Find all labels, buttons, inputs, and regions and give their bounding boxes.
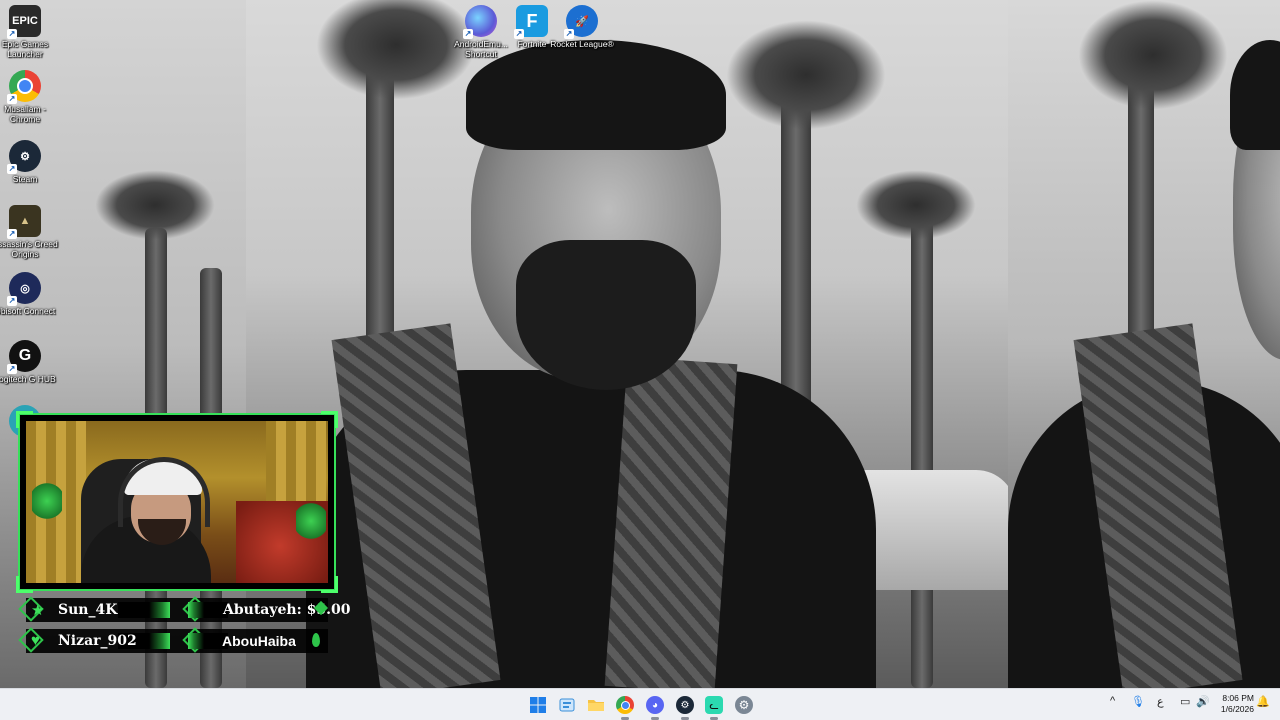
top-follower-name: Sun_4K (58, 602, 118, 618)
file-explorer-icon (588, 700, 604, 711)
settings-icon: ⚙ (735, 696, 753, 714)
alert-cell: Sun_4K (58, 598, 117, 622)
system-clock[interactable]: 8:06 PM 1/6/2026 (1221, 693, 1254, 715)
steam-taskbar-button[interactable]: ⚙ (673, 693, 697, 720)
start-icon (530, 697, 546, 713)
rocket-league-icon: 🚀 ↗ (564, 5, 598, 39)
steam-icon: ⚙ (676, 696, 694, 714)
star-icon: ★ (31, 602, 45, 619)
chrome-icon (616, 696, 634, 714)
steam-icon: ⚙ ↗ (7, 140, 41, 174)
logitech-icon: G ↗ (7, 340, 41, 374)
heart-icon: ♥ (31, 632, 40, 649)
taskbar: ◕ ⚙ ᓚ ⚙ ^ 🎙 ع ▭ 🔊 8:06 PM 1/6/2026 🔔 (0, 688, 1280, 720)
start-button[interactable] (526, 693, 550, 717)
assassins-creed-icon: ▲ ↗ (7, 205, 41, 239)
desktop-icon-label: Ubisoft Connect (0, 306, 56, 316)
alert-accent-bar (118, 602, 170, 618)
alert-row-2: ♥ Nizar_902 AbouHaiba (18, 627, 336, 653)
top-donation-text: Abutayeh: $5.00 (223, 602, 351, 618)
cat-app-taskbar-button[interactable]: ᓚ (702, 693, 726, 720)
widgets-button[interactable] (555, 693, 579, 717)
widgets-icon (559, 698, 575, 712)
latest-event-name: AbouHaiba (222, 633, 296, 649)
volume-icon[interactable]: 🔊 (1196, 695, 1210, 708)
clock-date: 1/6/2026 (1220, 704, 1254, 714)
alert-cell: Nizar_902 (58, 629, 137, 653)
drop-icon (312, 633, 320, 647)
desktop-icon-rocket-league[interactable]: 🚀 ↗ Rocket League® (547, 5, 617, 49)
desktop-icon-epic-games-launcher[interactable]: EPIC ↗ Epic Games Launcher (0, 5, 60, 59)
palm-crown (95, 170, 215, 240)
green-light (296, 501, 326, 541)
desktop-icon-label: Epic Games Launcher (1, 39, 49, 59)
ubisoft-icon: ◎ ↗ (7, 272, 41, 306)
alert-cell: AbouHaiba (222, 629, 296, 653)
alert-accent-bar (188, 602, 228, 618)
notification-bell-icon[interactable]: 🔔 (1256, 695, 1270, 708)
palm-crown (856, 170, 976, 240)
discord-icon: ◕ (646, 696, 664, 714)
desktop-icon-label: Assassin's Creed Origins (0, 239, 58, 259)
desktop-icon-musallam-chrome[interactable]: ↗ Musallam - Chrome (0, 70, 60, 124)
desktop-icon-label: Steam (12, 174, 38, 184)
green-light (32, 481, 62, 521)
scarf-right (604, 356, 738, 688)
network-icon[interactable]: ▭ (1180, 695, 1190, 708)
desktop-icon-label: Musallam - Chrome (4, 104, 46, 124)
webcam-feed (26, 421, 328, 583)
palm-crown (1078, 0, 1228, 110)
alert-cell: Abutayeh: $5.00 (223, 598, 350, 622)
cat-app-icon: ᓚ (705, 696, 723, 714)
alert-row-1: ★ Sun_4K Abutayeh: $5.00 (18, 596, 350, 622)
file-explorer-button[interactable] (584, 693, 608, 717)
epic-games-icon: EPIC ↗ (7, 5, 41, 39)
microphone-icon[interactable]: 🎙 (1131, 695, 1145, 708)
input-language-indicator[interactable]: ع (1157, 695, 1164, 708)
desktop-icon-logitech-g-hub[interactable]: G ↗ Logitech G HUB (0, 340, 60, 384)
desktop-icon-ubisoft-connect[interactable]: ◎ ↗ Ubisoft Connect (0, 272, 60, 316)
wallpaper-photo (246, 0, 1008, 688)
desktop-icon-label: Rocket League® (550, 39, 614, 49)
discord-taskbar-button[interactable]: ◕ (643, 693, 667, 720)
chrome-taskbar-button[interactable] (613, 693, 637, 720)
android-emulator-icon: ↗ (463, 5, 497, 39)
desktop-icon-label: Logitech G HUB (0, 374, 56, 384)
person-beard (516, 240, 696, 390)
desktop-icon-steam[interactable]: ⚙ ↗ Steam (0, 140, 60, 184)
webcam-overlay (16, 411, 338, 593)
person-hair (1230, 40, 1280, 150)
chrome-icon: ↗ (7, 70, 41, 104)
settings-taskbar-button[interactable]: ⚙ (732, 693, 756, 717)
palm-trunk (911, 188, 933, 688)
latest-subscriber-name: Nizar_902 (58, 633, 137, 649)
fortnite-icon: F ↗ (514, 5, 548, 39)
wallpaper-tile-right (1008, 0, 1280, 688)
clock-time: 8:06 PM (1222, 693, 1254, 703)
desktop-icon-assassins-creed-origins[interactable]: ▲↗ Assassin's Creed Origins (0, 205, 60, 259)
tray-overflow-chevron-icon[interactable]: ^ (1110, 695, 1115, 707)
palm-crown (726, 20, 886, 130)
